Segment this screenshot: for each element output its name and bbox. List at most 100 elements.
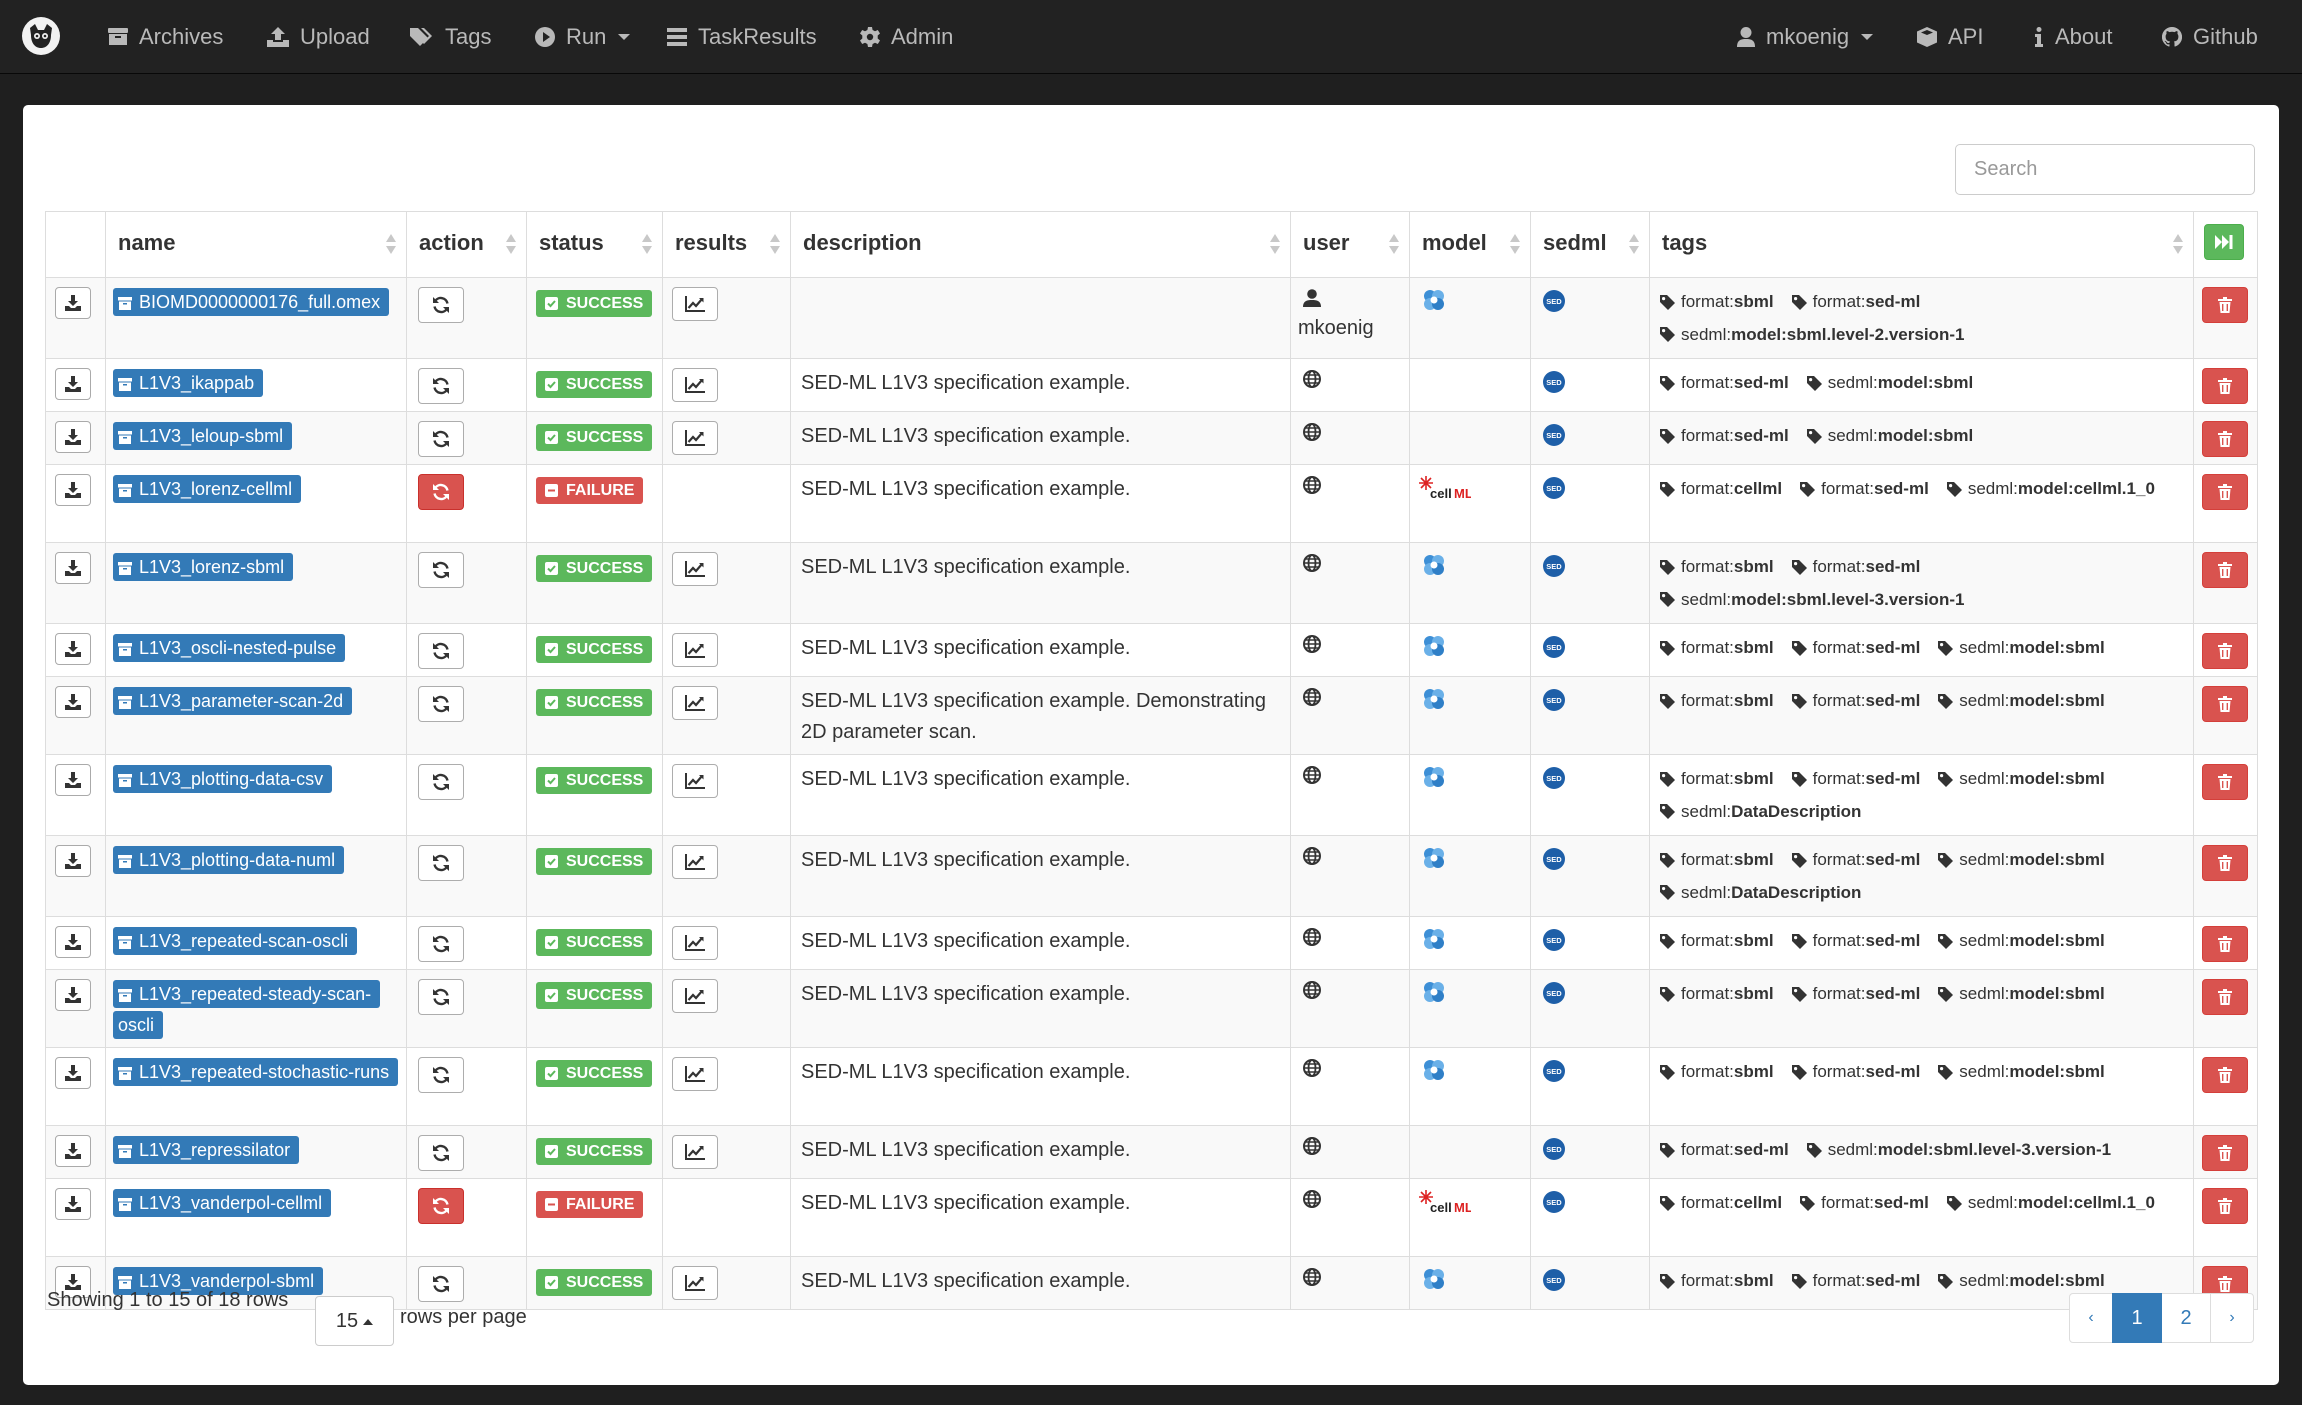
tag-label[interactable]: format:sed-ml	[1800, 474, 1929, 504]
tag-label[interactable]: format:sed-ml	[1791, 287, 1920, 317]
tag-label[interactable]: format:sed-ml	[1791, 764, 1920, 794]
tag-label[interactable]: format:sbml	[1660, 845, 1774, 875]
download-button[interactable]	[55, 368, 91, 400]
delete-button[interactable]	[2202, 764, 2248, 800]
rerun-button[interactable]	[418, 552, 464, 588]
rerun-button[interactable]	[418, 926, 464, 962]
search-input[interactable]	[1955, 144, 2255, 195]
tag-label[interactable]: format:sbml	[1660, 633, 1774, 663]
col-header-description[interactable]: description	[790, 211, 1291, 278]
tag-label[interactable]: sedml:model:sbml	[1938, 845, 2105, 875]
tag-label[interactable]: sedml:model:sbml	[1938, 979, 2105, 1009]
tag-label[interactable]: format:sed-ml	[1791, 633, 1920, 663]
rerun-button[interactable]	[418, 1188, 464, 1224]
col-header-tags[interactable]: tags	[1649, 211, 2194, 278]
tag-label[interactable]: format:sed-ml	[1791, 552, 1920, 582]
nav-mkoenig[interactable]: mkoenig	[1737, 0, 1874, 74]
archive-name-link[interactable]: L1V3_repeated-steady-scan-oscli	[113, 980, 381, 1039]
run-all-button[interactable]	[2204, 224, 2244, 260]
rerun-button[interactable]	[418, 1057, 464, 1093]
archive-name-link[interactable]: L1V3_vanderpol-cellml	[113, 1189, 332, 1217]
tag-label[interactable]: sedml:model:sbml	[1938, 633, 2105, 663]
delete-button[interactable]	[2202, 474, 2248, 510]
results-button[interactable]	[672, 979, 718, 1013]
results-button[interactable]	[672, 764, 718, 798]
tag-label[interactable]: format:sed-ml	[1791, 1057, 1920, 1087]
tag-label[interactable]: sedml:model:sbml	[1806, 421, 1973, 451]
tag-label[interactable]: sedml:model:cellml.1_0	[1946, 474, 2155, 504]
rerun-button[interactable]	[418, 1266, 464, 1302]
download-button[interactable]	[55, 1188, 91, 1220]
archive-name-link[interactable]: L1V3_plotting-data-csv	[113, 765, 333, 793]
rerun-button[interactable]	[418, 368, 464, 404]
results-button[interactable]	[672, 845, 718, 879]
tag-label[interactable]: sedml:model:sbml	[1938, 1266, 2105, 1296]
archive-name-link[interactable]: L1V3_repeated-stochastic-runs	[113, 1058, 399, 1086]
nav-about[interactable]: About	[2034, 0, 2113, 74]
tag-label[interactable]: format:sed-ml	[1800, 1188, 1929, 1218]
archive-name-link[interactable]: L1V3_leloup-sbml	[113, 422, 293, 450]
tag-label[interactable]: format:sed-ml	[1791, 686, 1920, 716]
rerun-button[interactable]	[418, 764, 464, 800]
logo-icon[interactable]	[22, 17, 60, 55]
nav-upload[interactable]: Upload	[267, 0, 370, 74]
tag-label[interactable]: format:sbml	[1660, 686, 1774, 716]
download-button[interactable]	[55, 926, 91, 958]
nav-tags[interactable]: Tags	[410, 0, 491, 74]
archive-name-link[interactable]: L1V3_plotting-data-numl	[113, 846, 345, 874]
download-button[interactable]	[55, 287, 91, 319]
delete-button[interactable]	[2202, 979, 2248, 1015]
rerun-button[interactable]	[418, 979, 464, 1015]
tag-label[interactable]: format:sed-ml	[1791, 845, 1920, 875]
tag-label[interactable]: format:cellml	[1660, 1188, 1782, 1218]
delete-button[interactable]	[2202, 633, 2248, 669]
col-header-user[interactable]: user	[1290, 211, 1410, 278]
tag-label[interactable]: sedml:model:sbml	[1938, 1057, 2105, 1087]
nav-github[interactable]: Github	[2162, 0, 2258, 74]
archive-name-link[interactable]: L1V3_repressilator	[113, 1136, 300, 1164]
rerun-button[interactable]	[418, 686, 464, 722]
tag-label[interactable]: format:sbml	[1660, 926, 1774, 956]
nav-admin[interactable]: Admin	[860, 0, 953, 74]
delete-button[interactable]	[2202, 926, 2248, 962]
archive-name-link[interactable]: L1V3_repeated-scan-oscli	[113, 927, 358, 955]
tag-label[interactable]: format:sbml	[1660, 287, 1774, 317]
tag-label[interactable]: sedml:DataDescription	[1660, 878, 1861, 908]
delete-button[interactable]	[2202, 287, 2248, 323]
rerun-button[interactable]	[418, 287, 464, 323]
archive-name-link[interactable]: L1V3_lorenz-cellml	[113, 475, 302, 503]
download-button[interactable]	[55, 1135, 91, 1167]
archive-name-link[interactable]: L1V3_oscli-nested-pulse	[113, 634, 346, 662]
tag-label[interactable]: format:sbml	[1660, 1266, 1774, 1296]
tag-label[interactable]: format:sbml	[1660, 1057, 1774, 1087]
download-button[interactable]	[55, 474, 91, 506]
rerun-button[interactable]	[418, 845, 464, 881]
rerun-button[interactable]	[418, 421, 464, 457]
page-size-select[interactable]: 15	[315, 1296, 394, 1346]
rerun-button[interactable]	[418, 633, 464, 669]
col-header-sedml[interactable]: sedml	[1530, 211, 1650, 278]
nav-run[interactable]: Run	[535, 0, 631, 74]
tag-label[interactable]: sedml:model:sbml	[1938, 686, 2105, 716]
archive-name-link[interactable]: L1V3_ikappab	[113, 369, 264, 397]
tag-label[interactable]: sedml:model:sbml.level-3.version-1	[1806, 1135, 2111, 1165]
archive-name-link[interactable]: BIOMD0000000176_full.omex	[113, 288, 390, 316]
tag-label[interactable]: sedml:model:sbml.level-3.version-1	[1660, 585, 1964, 615]
delete-button[interactable]	[2202, 1057, 2248, 1093]
delete-button[interactable]	[2202, 552, 2248, 588]
tag-label[interactable]: sedml:DataDescription	[1660, 797, 1861, 827]
tag-label[interactable]: format:sed-ml	[1791, 1266, 1920, 1296]
rerun-button[interactable]	[418, 1135, 464, 1171]
col-header-action[interactable]: action	[406, 211, 527, 278]
nav-archives[interactable]: Archives	[108, 0, 223, 74]
tag-label[interactable]: format:cellml	[1660, 474, 1782, 504]
results-button[interactable]	[672, 421, 718, 455]
tag-label[interactable]: format:sed-ml	[1791, 926, 1920, 956]
results-button[interactable]	[672, 926, 718, 960]
tag-label[interactable]: format:sed-ml	[1660, 368, 1789, 398]
results-button[interactable]	[672, 368, 718, 402]
delete-button[interactable]	[2202, 686, 2248, 722]
delete-button[interactable]	[2202, 421, 2248, 457]
download-button[interactable]	[55, 421, 91, 453]
download-button[interactable]	[55, 845, 91, 877]
